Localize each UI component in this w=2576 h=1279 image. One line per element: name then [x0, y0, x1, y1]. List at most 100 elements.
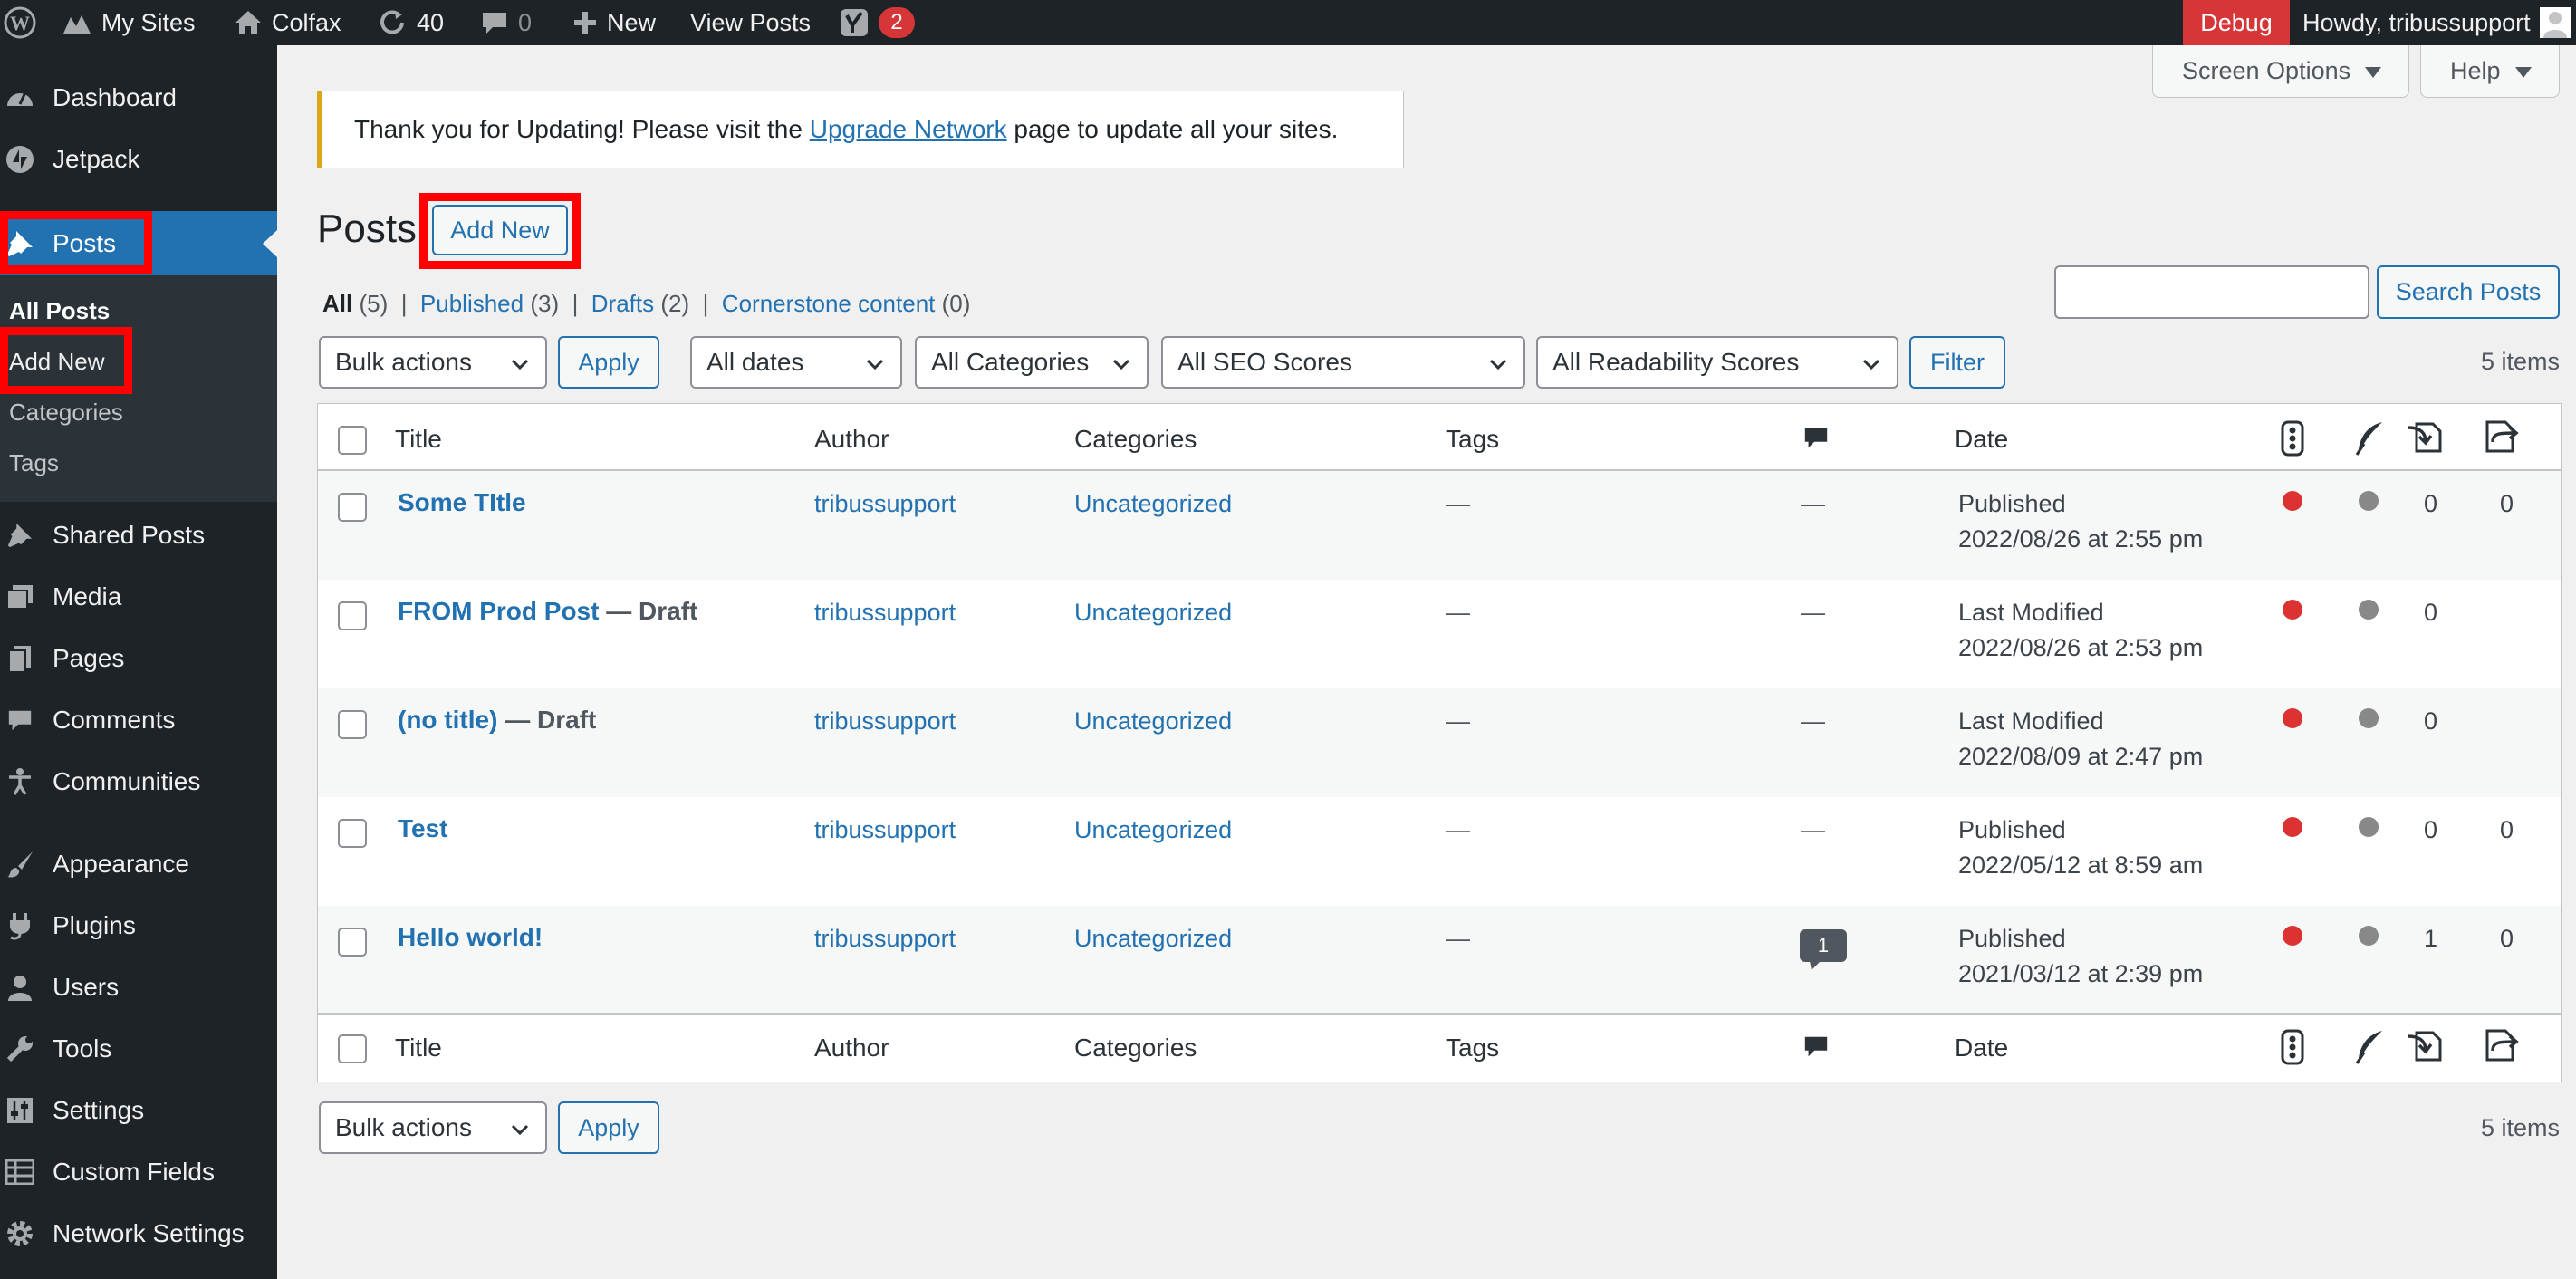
highlight-add-new [0, 327, 132, 394]
view-all[interactable]: All [322, 290, 352, 317]
apply-button[interactable]: Apply [558, 336, 659, 389]
row-checkbox[interactable] [338, 819, 367, 848]
comment-count-bubble[interactable]: 1 [1800, 929, 1847, 962]
post-title-link[interactable]: (no title) [398, 706, 497, 734]
filter-button[interactable]: Filter [1909, 336, 2005, 389]
post-title-link[interactable]: Some TItle [398, 488, 526, 516]
highlight-posts [0, 211, 152, 274]
view-posts-link[interactable]: View Posts [690, 0, 811, 45]
comments-menu[interactable]: 0 [480, 0, 532, 45]
row-checkbox[interactable] [338, 601, 367, 630]
chevron-down-icon [1489, 359, 1507, 370]
post-title-link[interactable]: Hello world! [398, 923, 543, 951]
yoast-menu[interactable]: 2 [839, 0, 915, 45]
menu-pages[interactable]: Pages [0, 632, 277, 685]
menu-users[interactable]: Users [0, 961, 277, 1014]
column-date[interactable]: Date [1955, 425, 2008, 454]
menu-plugins[interactable]: Plugins [0, 899, 277, 952]
submenu-all-posts[interactable]: All Posts [9, 297, 110, 325]
settings-sliders-icon [0, 1084, 40, 1137]
bulk-actions-select[interactable]: Bulk actions [319, 336, 547, 389]
view-drafts[interactable]: Drafts [591, 290, 654, 317]
row-checkbox[interactable] [338, 493, 367, 522]
menu-network-settings[interactable]: Network Settings [0, 1207, 277, 1260]
outgoing-links-icon[interactable] [2482, 1027, 2520, 1063]
updates-menu[interactable]: 40 [377, 0, 444, 45]
seo-scores-select[interactable]: All SEO Scores [1161, 336, 1525, 389]
readability-quill-icon[interactable] [2353, 1029, 2384, 1065]
menu-custom-fields[interactable]: Custom Fields [0, 1146, 277, 1198]
seo-score-dot [2283, 708, 2302, 728]
view-cornerstone[interactable]: Cornerstone content [722, 290, 936, 317]
seo-traffic-light-icon[interactable] [2281, 420, 2304, 457]
menu-appearance[interactable]: Appearance [0, 838, 277, 890]
post-tags: — [1446, 599, 1470, 626]
upgrade-network-link[interactable]: Upgrade Network [810, 115, 1007, 144]
post-title-link[interactable]: FROM Prod Post [398, 597, 599, 625]
howdy-label: Howdy, tribussupport [2302, 8, 2531, 36]
readability-quill-icon[interactable] [2353, 420, 2384, 457]
post-category-link[interactable]: Uncategorized [1074, 925, 1232, 953]
post-views: All (5) | Published (3) | Drafts (2) | C… [322, 290, 971, 317]
post-author-link[interactable]: tribussupport [814, 925, 956, 953]
post-category-link[interactable]: Uncategorized [1074, 707, 1232, 736]
submenu-tags[interactable]: Tags [9, 449, 59, 477]
site-name-menu[interactable]: Colfax [234, 0, 341, 45]
select-all-checkbox[interactable] [338, 426, 367, 455]
post-author-link[interactable]: tribussupport [814, 816, 956, 844]
search-posts-button[interactable]: Search Posts [2377, 265, 2560, 319]
menu-tools[interactable]: Tools [0, 1023, 277, 1075]
categories-select[interactable]: All Categories [915, 336, 1149, 389]
post-author-link[interactable]: tribussupport [814, 599, 956, 627]
post-date: 2021/03/12 at 2:39 pm [1958, 960, 2204, 987]
column-title-footer[interactable]: Title [395, 1034, 442, 1063]
post-category-link[interactable]: Uncategorized [1074, 490, 1232, 518]
post-category-link[interactable]: Uncategorized [1074, 599, 1232, 627]
screen-options-tab[interactable]: Screen Options [2152, 45, 2409, 98]
column-title[interactable]: Title [395, 425, 442, 454]
post-title-cell: Some TItle [398, 488, 526, 517]
comment-column-icon[interactable] [1802, 424, 1830, 451]
comment-column-icon[interactable] [1802, 1033, 1830, 1060]
gear-icon [0, 1207, 40, 1260]
post-category-link[interactable]: Uncategorized [1074, 816, 1232, 844]
apply-button-bottom[interactable]: Apply [558, 1101, 659, 1154]
current-menu-arrow-icon [263, 230, 277, 257]
column-date-footer[interactable]: Date [1955, 1034, 2008, 1063]
menu-media[interactable]: Media [0, 571, 277, 623]
menu-shared-posts[interactable]: Shared Posts [0, 509, 277, 562]
new-label: New [607, 8, 657, 36]
bulk-actions-select-bottom[interactable]: Bulk actions [319, 1101, 547, 1154]
seo-score-dot [2283, 817, 2302, 837]
post-title-cell: Test [398, 814, 448, 843]
menu-comments[interactable]: Comments [0, 694, 277, 746]
search-input[interactable] [2054, 265, 2369, 319]
debug-button[interactable]: Debug [2183, 0, 2290, 45]
seo-traffic-light-icon[interactable] [2281, 1029, 2304, 1065]
view-published[interactable]: Published [420, 290, 524, 317]
submenu-categories[interactable]: Categories [9, 399, 123, 427]
table-row [318, 906, 2561, 1015]
post-tags: — [1446, 490, 1470, 517]
post-author-link[interactable]: tribussupport [814, 707, 956, 736]
my-sites-menu[interactable]: My Sites [62, 0, 196, 45]
wordpress-logo-icon[interactable]: W [0, 0, 40, 45]
menu-settings[interactable]: Settings [0, 1084, 277, 1137]
outgoing-links-icon[interactable] [2482, 418, 2520, 455]
new-content-menu[interactable]: New [572, 0, 656, 45]
post-title-link[interactable]: Test [398, 814, 448, 842]
menu-dashboard[interactable]: Dashboard [0, 72, 277, 124]
row-checkbox[interactable] [338, 928, 367, 957]
yoast-icon [841, 9, 868, 36]
menu-communities[interactable]: Communities [0, 755, 277, 808]
account-menu[interactable]: Howdy, tribussupport [2302, 0, 2571, 45]
readability-scores-select[interactable]: All Readability Scores [1536, 336, 1898, 389]
menu-jetpack[interactable]: Jetpack [0, 133, 277, 186]
row-checkbox[interactable] [338, 710, 367, 739]
dates-select[interactable]: All dates [690, 336, 902, 389]
select-all-checkbox-footer[interactable] [338, 1034, 367, 1063]
help-tab[interactable]: Help [2420, 45, 2560, 98]
incoming-links-icon[interactable] [2406, 418, 2444, 455]
post-author-link[interactable]: tribussupport [814, 490, 956, 518]
incoming-links-icon[interactable] [2406, 1027, 2444, 1063]
